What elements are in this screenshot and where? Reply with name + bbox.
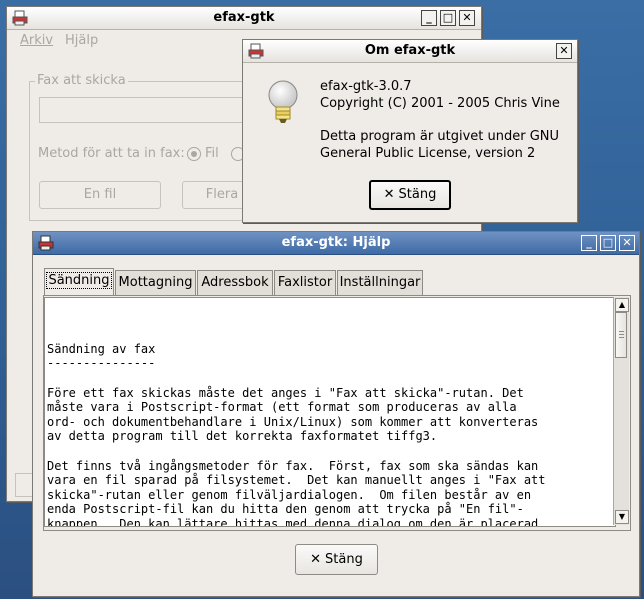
help-close-label: Stäng <box>325 552 363 567</box>
minimize-button[interactable]: _ <box>421 10 437 26</box>
about-close-button[interactable]: ✕ Stäng <box>369 180 451 210</box>
close-button[interactable]: ✕ <box>459 10 475 26</box>
menu-hjalp[interactable]: Hjälp <box>65 33 98 48</box>
single-file-button[interactable]: En fil <box>39 181 161 209</box>
about-version: efax-gtk-3.0.7 <box>320 79 412 94</box>
scroll-down-button[interactable]: ▼ <box>615 510 629 524</box>
about-license-line1: Detta program är utgivet under GNU <box>320 129 560 144</box>
lightbulb-icon <box>268 80 298 123</box>
scroll-thumb[interactable] <box>615 312 627 358</box>
help-scrollbar[interactable]: ▲ ▼ <box>613 297 629 525</box>
main-titlebar[interactable]: efax-gtk _ □ ✕ <box>7 7 481 30</box>
main-window-title: efax-gtk <box>213 10 275 25</box>
about-window-title: Om efax-gtk <box>364 43 456 58</box>
help-textview[interactable]: Sändning av fax --------------- Före ett… <box>44 297 616 527</box>
about-close-x-button[interactable]: ✕ <box>556 43 572 59</box>
help-titlebar[interactable]: efax-gtk: Hjälp _ □ ✕ <box>33 232 639 255</box>
method-label: Metod för att ta in fax: <box>38 146 185 161</box>
menu-arkiv[interactable]: Arkiv <box>20 33 53 48</box>
help-maximize-button[interactable]: □ <box>600 235 616 251</box>
maximize-button[interactable]: □ <box>440 10 456 26</box>
help-minimize-button[interactable]: _ <box>581 235 597 251</box>
tab-installningar[interactable]: Inställningar <box>337 270 423 295</box>
file-radio-label: Fil <box>205 146 219 161</box>
fax-frame-label: Fax att skicka <box>35 73 128 88</box>
help-close-button[interactable]: ✕ Stäng <box>295 544 378 575</box>
about-license-line2: General Public License, version 2 <box>320 146 536 161</box>
tab-mottagning[interactable]: Mottagning <box>115 270 196 295</box>
about-close-label: Stäng <box>398 187 437 202</box>
file-radio[interactable] <box>187 147 201 161</box>
about-window: Om efax-gtk ✕ efax-gtk-3.0.7 Copyright (… <box>242 39 578 223</box>
help-window-title: efax-gtk: Hjälp <box>281 235 391 250</box>
about-titlebar[interactable]: Om efax-gtk ✕ <box>243 40 577 63</box>
about-copyright: Copyright (C) 2001 - 2005 Chris Vine <box>320 96 560 111</box>
tab-adressbok[interactable]: Adressbok <box>197 270 273 295</box>
close-x-icon: ✕ <box>383 187 395 202</box>
close-x-icon: ✕ <box>310 552 322 567</box>
scroll-up-button[interactable]: ▲ <box>615 298 629 312</box>
help-content: Sändning av fax --------------- Före ett… <box>47 341 546 527</box>
help-close-x-button[interactable]: ✕ <box>619 235 635 251</box>
tab-sandning[interactable]: Sändning <box>44 268 114 297</box>
tab-faxlistor[interactable]: Faxlistor <box>274 270 336 295</box>
